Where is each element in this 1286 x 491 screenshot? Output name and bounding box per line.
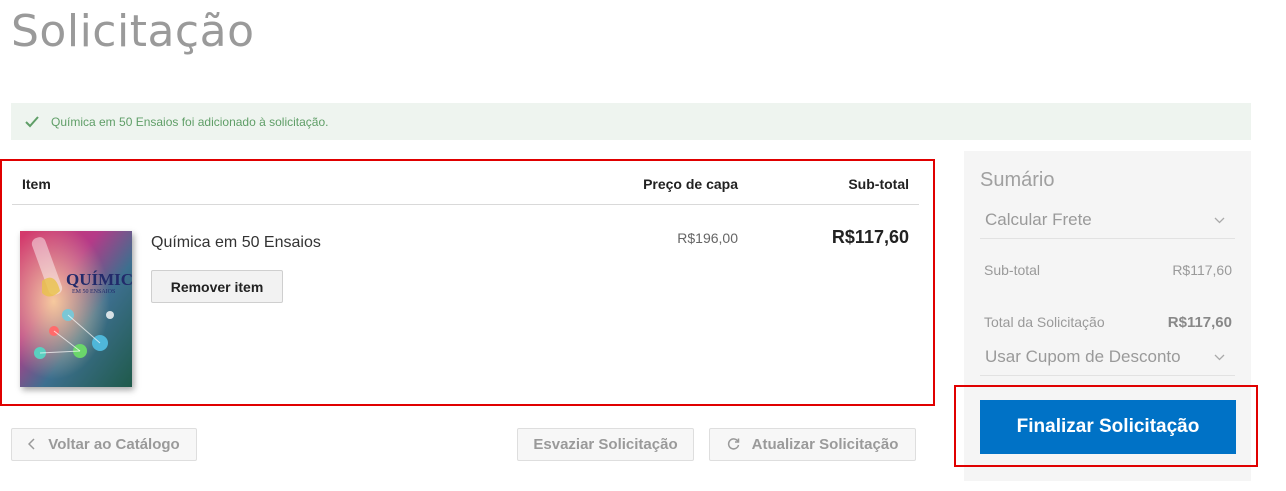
header-item: Item <box>22 176 51 192</box>
update-cart-button[interactable]: Atualizar Solicitação <box>709 428 916 461</box>
summary-total-value: R$117,60 <box>1167 314 1232 331</box>
calculate-shipping-dropdown[interactable]: Calcular Frete <box>980 203 1235 239</box>
summary-subtotal-label: Sub-total <box>984 262 1041 278</box>
cover-title: QUÍMICA <box>66 270 132 289</box>
update-label: Atualizar Solicitação <box>751 436 899 453</box>
summary-total-label: Total da Solicitação <box>984 314 1105 330</box>
cover-price: R$196,00 <box>677 230 738 246</box>
summary-subtotal-row: Sub-total R$117,60 <box>984 262 1232 278</box>
remove-item-button[interactable]: Remover item <box>151 270 283 303</box>
empty-label: Esvaziar Solicitação <box>533 436 678 453</box>
summary-title: Sumário <box>980 169 1055 191</box>
chevron-down-icon <box>1214 350 1225 364</box>
summary-total-row: Total da Solicitação R$117,60 <box>984 314 1232 331</box>
discount-coupon-dropdown[interactable]: Usar Cupom de Desconto <box>980 340 1235 376</box>
coupon-label: Usar Cupom de Desconto <box>985 347 1181 366</box>
book-cover-image[interactable]: QUÍMICA EM 50 ENSAIOS <box>20 231 132 387</box>
empty-cart-button[interactable]: Esvaziar Solicitação <box>517 428 694 461</box>
shipping-label: Calcular Frete <box>985 210 1092 229</box>
refresh-icon <box>727 437 740 453</box>
checkout-button[interactable]: Finalizar Solicitação <box>980 400 1236 454</box>
header-divider <box>12 204 919 205</box>
alert-message: Química em 50 Ensaios foi adicionado à s… <box>51 114 329 129</box>
header-price: Preço de capa <box>643 176 738 192</box>
page-title: Solicitação <box>11 6 255 57</box>
summary-subtotal-value: R$117,60 <box>1172 262 1232 278</box>
back-to-catalog-button[interactable]: Voltar ao Catálogo <box>11 428 197 461</box>
item-subtotal: R$117,60 <box>831 227 909 247</box>
product-name[interactable]: Química em 50 Ensaios <box>151 234 321 252</box>
header-subtotal: Sub-total <box>848 176 909 192</box>
chevron-left-icon <box>28 437 36 453</box>
success-alert: Química em 50 Ensaios foi adicionado à s… <box>11 103 1251 140</box>
cover-subtitle: EM 50 ENSAIOS <box>72 289 115 295</box>
check-icon <box>25 114 41 130</box>
cart-table: Item Preço de capa Sub-total QUÍMIC EM 5… <box>0 159 935 406</box>
back-label: Voltar ao Catálogo <box>48 436 180 453</box>
chevron-down-icon <box>1214 213 1225 227</box>
